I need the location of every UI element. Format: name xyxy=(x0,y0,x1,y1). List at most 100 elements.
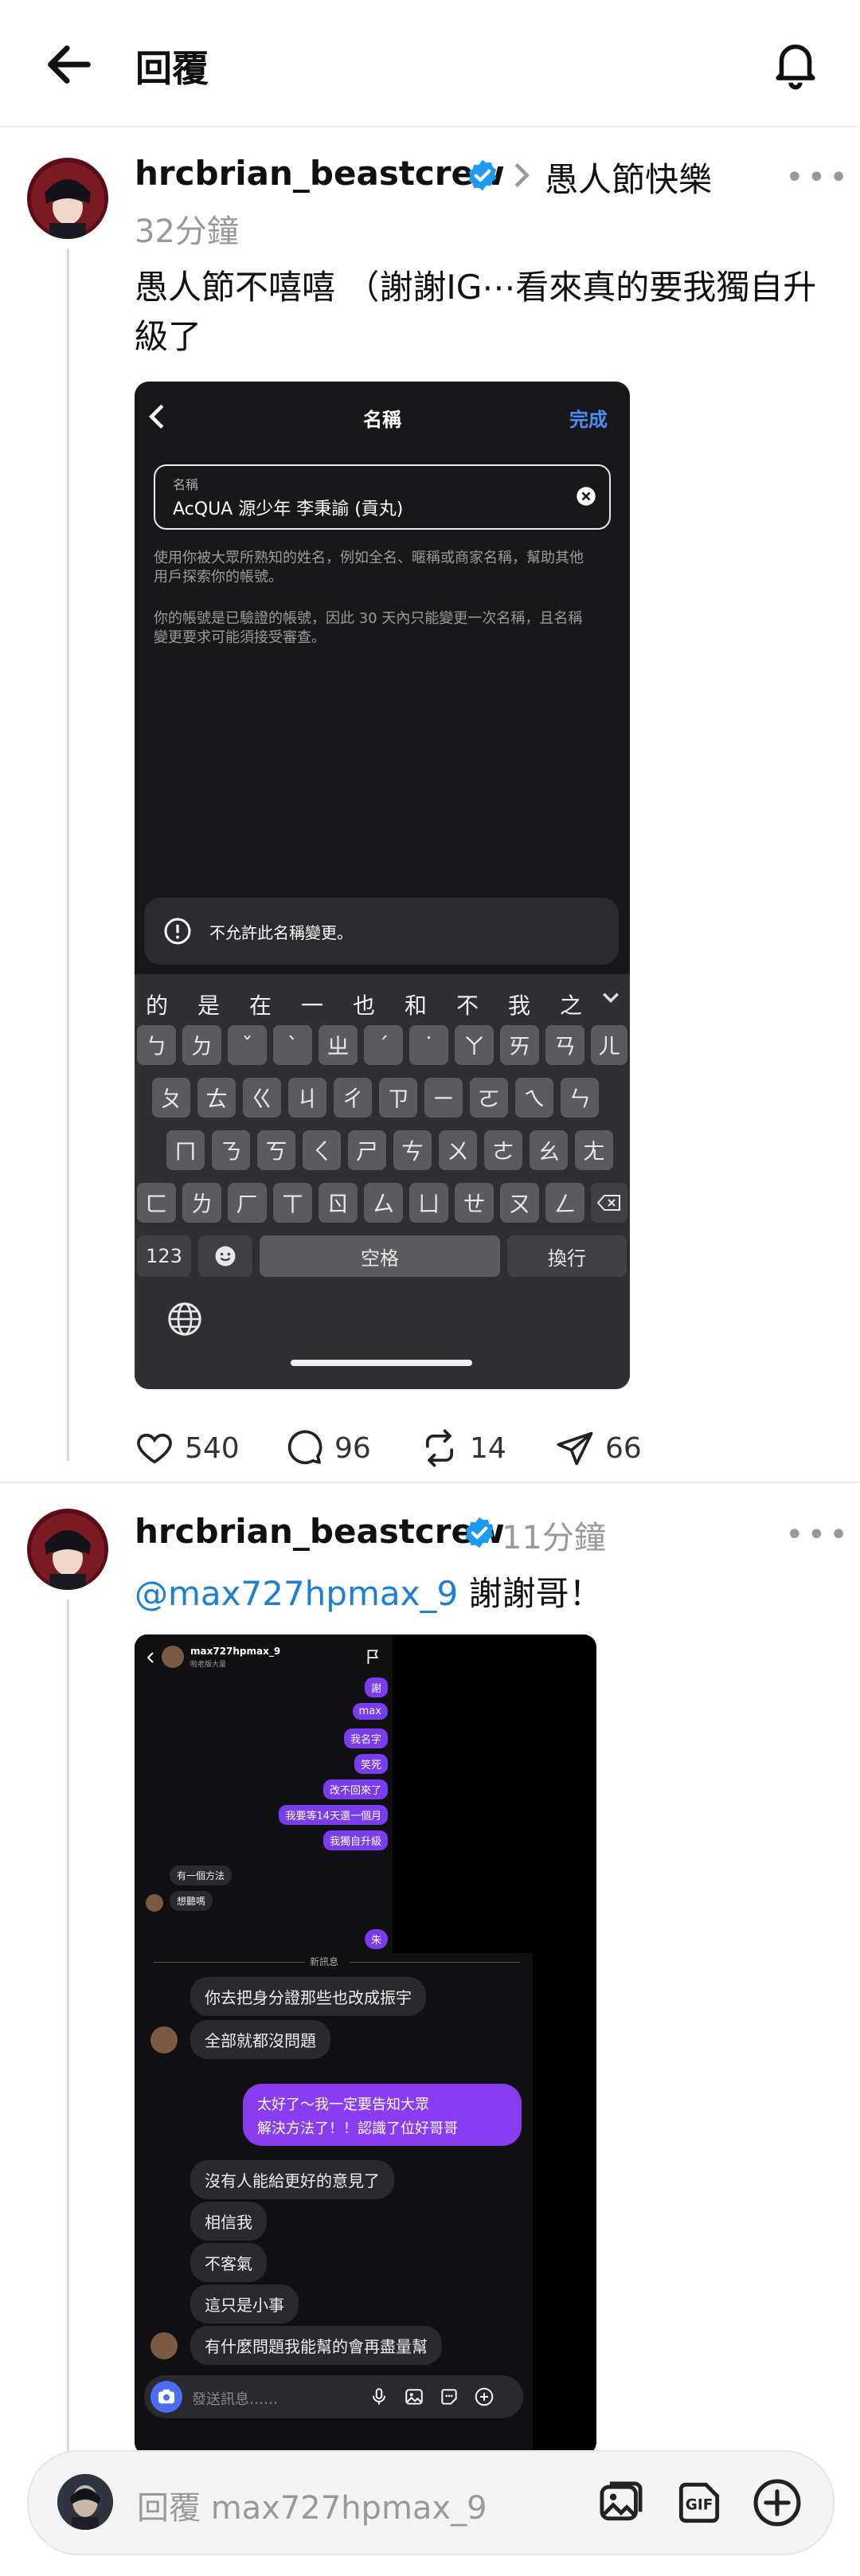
suggestion: 一 xyxy=(301,992,324,1019)
heart-icon xyxy=(137,1433,172,1464)
key: ㄨ xyxy=(439,1130,477,1170)
avatar[interactable] xyxy=(27,158,108,239)
arrow-left-icon[interactable] xyxy=(41,37,97,92)
suggestion: 在 xyxy=(249,992,272,1019)
message-bubble: 笑死 xyxy=(354,1754,388,1774)
key: ㄐ xyxy=(288,1078,326,1118)
gallery-icon[interactable] xyxy=(594,2476,648,2530)
key: ㄏ xyxy=(228,1183,267,1223)
comment-button[interactable]: 96 xyxy=(283,1427,371,1469)
suggestion: 不 xyxy=(456,992,479,1019)
mention-link[interactable]: @max727hpmax_9 xyxy=(135,1574,458,1613)
key: ㄢ xyxy=(545,1025,584,1065)
suggestion: 之 xyxy=(560,992,583,1019)
chat-user: max727hpmax_9 xyxy=(190,1646,281,1657)
message-input-placeholder: 發送訊息…… xyxy=(192,2391,278,2408)
microphone-icon xyxy=(372,2388,386,2405)
message-bubble: 相信我 xyxy=(190,2202,267,2241)
key: ㄋ xyxy=(212,1130,250,1170)
key: ㄛ xyxy=(470,1078,508,1118)
reply-bar[interactable]: 回覆 max727hpmax_9 GIF xyxy=(27,2450,835,2555)
key-123: 123 xyxy=(137,1235,191,1277)
camera-icon xyxy=(150,2381,182,2413)
key: ㄟ xyxy=(515,1078,553,1118)
home-indicator xyxy=(291,1360,472,1366)
message-bubble: 有一個方法 xyxy=(170,1865,233,1885)
message-bubble: 我要等14天還一個月 xyxy=(279,1805,388,1825)
sticker-icon xyxy=(441,2389,457,2405)
divider xyxy=(350,1962,520,1963)
key: ㄆ xyxy=(152,1078,190,1118)
message-bubble: 這只是小事 xyxy=(190,2284,299,2323)
divider xyxy=(0,1482,860,1483)
post-text: @max727hpmax_9 謝謝哥！ xyxy=(135,1569,603,1619)
comment-count: 96 xyxy=(334,1431,371,1465)
key: ㄙ xyxy=(364,1183,403,1223)
gif-icon[interactable]: GIF xyxy=(672,2476,726,2530)
more-options-icon[interactable]: ••• xyxy=(785,159,851,196)
key: ㄉ xyxy=(182,1025,221,1065)
share-count: 66 xyxy=(605,1431,642,1465)
message-bubble: 不客氣 xyxy=(190,2243,267,2282)
username[interactable]: hrcbrian_beastcrew xyxy=(135,154,505,193)
error-text: 不允許此名稱變更。 xyxy=(209,923,353,942)
share-button[interactable]: 66 xyxy=(554,1427,642,1469)
key: ㄕ xyxy=(348,1130,386,1170)
name-field-label: 名稱 xyxy=(173,477,199,492)
post-image[interactable]: 名稱 完成 名稱 AcQUA 源少年 李秉諭 (貢丸) 使用你被大眾所熟知的姓名… xyxy=(135,382,630,1389)
key: ㄓ xyxy=(319,1025,358,1065)
message-bubble: 想聽嗎 xyxy=(170,1891,213,1911)
plus-circle-icon[interactable] xyxy=(750,2476,804,2530)
verified-badge-icon xyxy=(465,1517,494,1548)
flag-icon xyxy=(367,1650,378,1664)
image-icon xyxy=(405,2389,423,2405)
avatar[interactable] xyxy=(27,1509,108,1590)
key: ˊ xyxy=(364,1025,403,1065)
chat-avatar xyxy=(150,2026,178,2053)
message-bubble: 我名字 xyxy=(343,1728,388,1748)
key: ㄠ xyxy=(530,1130,568,1170)
reply-input[interactable]: 回覆 max727hpmax_9 xyxy=(137,2482,487,2528)
message-bubble: 謝 xyxy=(364,1678,388,1697)
error-toast: 不允許此名稱變更。 xyxy=(144,898,619,965)
key: ㄎ xyxy=(257,1130,295,1170)
message-bubble: 我獨自升級 xyxy=(322,1830,388,1850)
key: ㄥ xyxy=(545,1183,584,1223)
comment-icon xyxy=(287,1430,322,1465)
svg-text:GIF: GIF xyxy=(686,2497,713,2514)
repost-icon xyxy=(425,1429,454,1467)
like-button[interactable]: 540 xyxy=(134,1427,240,1469)
post-time: 32分鐘 xyxy=(135,213,239,250)
thread-context[interactable]: 愚人節快樂 xyxy=(545,153,712,202)
divider xyxy=(154,1962,305,1963)
name-field-value: AcQUA 源少年 李秉諭 (貢丸) xyxy=(173,499,404,519)
alert-icon xyxy=(164,918,191,945)
space-key: 空格 xyxy=(260,1235,500,1277)
key: ㄩ xyxy=(409,1183,448,1223)
message-bubble: 有什麼問題我能幫的會再盡量幫 xyxy=(190,2326,442,2365)
key: ㄊ xyxy=(197,1078,236,1118)
key: ㄝ xyxy=(455,1183,494,1223)
suggestion: 也 xyxy=(353,992,376,1019)
message-bubble: 全部就都沒問題 xyxy=(190,2020,330,2059)
username[interactable]: hrcbrian_beastcrew xyxy=(135,1512,505,1551)
bell-icon[interactable] xyxy=(768,35,823,91)
key: ㄧ xyxy=(424,1078,463,1118)
clear-icon xyxy=(577,487,596,506)
key: ㄍ xyxy=(243,1078,281,1118)
repost-button[interactable]: 14 xyxy=(419,1427,506,1469)
key: ˋ xyxy=(273,1025,312,1065)
name-field: 名稱 AcQUA 源少年 李秉諭 (貢丸) xyxy=(154,464,611,530)
key: ㄌ xyxy=(182,1183,221,1223)
key: ˇ xyxy=(228,1025,267,1065)
message-bubble: 太好了～我一定要告知大眾 解決方法了！！認識了位好哥哥 xyxy=(243,2084,522,2146)
key: ㄔ xyxy=(334,1078,372,1118)
post-image[interactable]: max727hpmax_9 啦老版大量 謝 max 我名字 笑死 改不回來了 我… xyxy=(135,1634,596,2455)
chat-avatar xyxy=(162,1646,184,1668)
message-input: 發送訊息…… xyxy=(144,2375,523,2418)
message-bubble: 朱 xyxy=(364,1929,388,1949)
screenshot-done: 完成 xyxy=(569,409,608,431)
more-options-icon[interactable]: ••• xyxy=(785,1517,851,1553)
key: ㄜ xyxy=(484,1130,522,1170)
key: ㄚ xyxy=(455,1025,494,1065)
